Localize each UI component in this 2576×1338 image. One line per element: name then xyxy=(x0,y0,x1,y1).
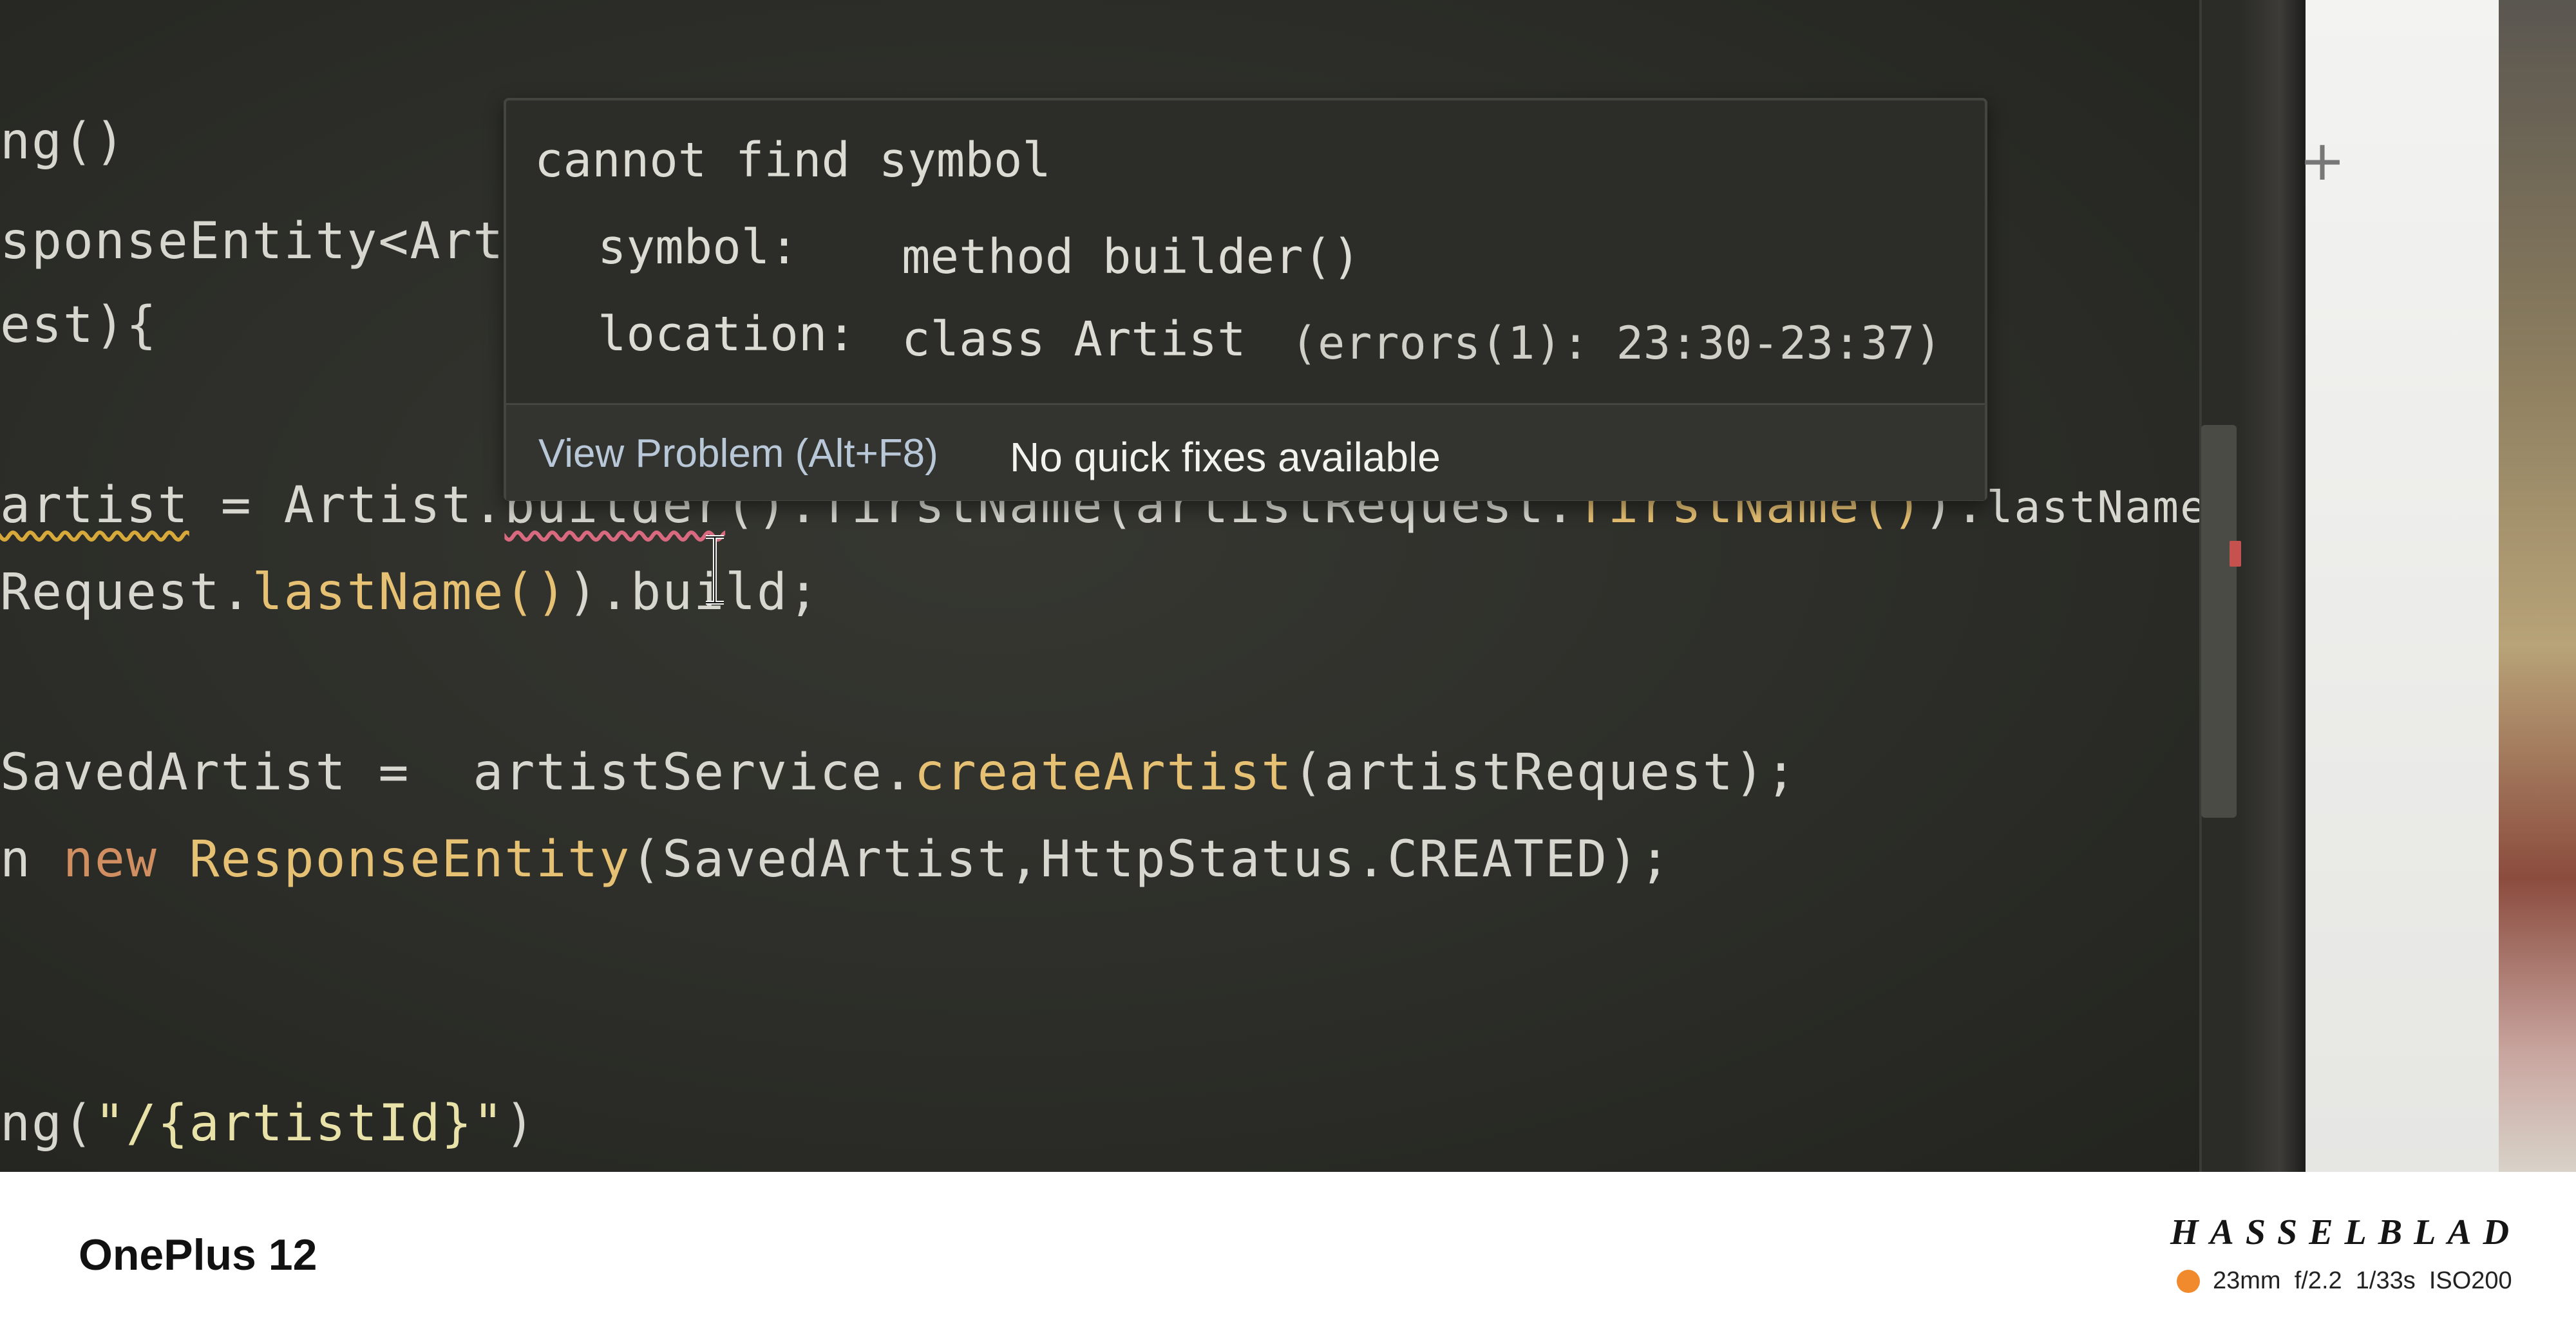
code-token: lastName xyxy=(1986,482,2208,533)
brand-dot-icon xyxy=(2177,1270,2200,1293)
code-token: ng( xyxy=(0,1095,95,1153)
location-label: location: xyxy=(598,306,856,362)
scrollbar-thumb[interactable] xyxy=(2201,425,2237,818)
photo-area: ng() sponseEntity<Art est){ artist = Art… xyxy=(0,0,2576,1172)
tooltip-footer: View Problem (Alt+F8) No quick fixes ava… xyxy=(506,403,1985,500)
tooltip-title: cannot find symbol xyxy=(535,133,1051,188)
code-token: ResponseEntity xyxy=(189,831,631,889)
code-line: sponseEntity<Art xyxy=(0,212,504,270)
exif-info: 23mm f/2.2 1/33s ISO200 xyxy=(2213,1267,2512,1294)
warning-token-artist[interactable]: artist xyxy=(0,476,189,534)
tooltip-body: cannot find symbol symbol: method builde… xyxy=(506,100,1985,403)
text-cursor-icon xyxy=(706,535,724,605)
code-token: ng() xyxy=(0,113,126,171)
code-line: SavedArtist = artistService.createArtist… xyxy=(0,744,1797,802)
code-token: Request. xyxy=(0,563,252,621)
monitor-bezel xyxy=(2241,0,2306,1172)
code-token: est){ xyxy=(0,296,158,354)
view-problem-link[interactable]: View Problem (Alt+F8) xyxy=(538,431,938,476)
code-line: ng() xyxy=(0,113,126,171)
code-line: ng("/{artistId}") xyxy=(0,1095,536,1153)
code-token: lastName xyxy=(252,563,505,621)
location-value: class Artist xyxy=(902,312,1246,367)
error-tooltip: cannot find symbol symbol: method builde… xyxy=(504,98,1987,501)
code-token: n xyxy=(0,831,63,889)
plus-icon[interactable]: + xyxy=(2297,133,2348,189)
code-token: = Artist. xyxy=(189,476,505,534)
code-token: ).build; xyxy=(567,563,820,621)
brand-logo: HASSELBLAD xyxy=(2170,1212,2521,1252)
code-token: (SavedArtist,HttpStatus.CREATED); xyxy=(630,831,1671,889)
code-token: () xyxy=(504,563,568,621)
code-token: createArtist xyxy=(914,744,1293,802)
camera-watermark: OnePlus 12 HASSELBLAD 23mm f/2.2 1/33s I… xyxy=(0,1172,2576,1338)
code-token: (artistRequest); xyxy=(1293,744,1797,802)
string-token: "/{artistId}" xyxy=(94,1095,505,1153)
code-line: Request.lastName()).build; xyxy=(0,563,820,621)
code-editor[interactable]: ng() sponseEntity<Art est){ artist = Art… xyxy=(0,0,2206,1172)
code-line: est){ xyxy=(0,296,158,354)
symbol-label: symbol: xyxy=(598,220,799,275)
error-stripe-marker[interactable] xyxy=(2230,541,2241,567)
code-token: SavedArtist = artistService. xyxy=(0,744,914,802)
errors-range: (errors(1): 23:30-23:37) xyxy=(1291,317,1942,370)
code-token: ) xyxy=(504,1095,536,1153)
code-token: sponseEntity<Art xyxy=(0,212,505,270)
code-line: n new ResponseEntity(SavedArtist,HttpSta… xyxy=(0,831,1671,889)
no-quick-fixes-label: No quick fixes available xyxy=(1010,434,1441,480)
device-name: OnePlus 12 xyxy=(79,1230,317,1279)
room-background xyxy=(2499,0,2576,1172)
keyword-token: new xyxy=(62,831,158,889)
symbol-value: method builder() xyxy=(902,229,1361,285)
